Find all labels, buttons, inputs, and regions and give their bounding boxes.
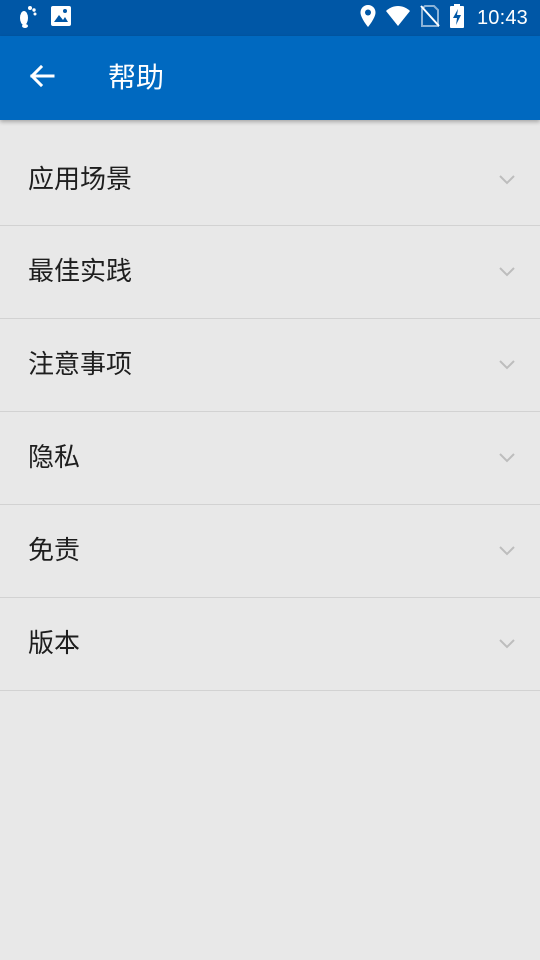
status-bar-left-icons: [16, 6, 72, 30]
status-bar-right-icons: 10:43: [359, 4, 528, 32]
image-icon: [50, 5, 72, 31]
back-button[interactable]: [18, 54, 66, 102]
footprint-icon: [16, 4, 38, 32]
page-title: 帮助: [108, 61, 165, 94]
chevron-down-icon: [498, 172, 516, 186]
battery-charging-icon: [449, 4, 465, 32]
chevron-down-icon: [498, 264, 516, 278]
chevron-down-icon: [498, 357, 516, 371]
chevron-down-icon: [498, 450, 516, 464]
help-item-label: 应用场景: [28, 165, 133, 195]
wifi-icon: [385, 5, 411, 31]
app-bar: 帮助: [0, 36, 540, 120]
no-sim-icon: [419, 4, 441, 32]
chevron-down-icon: [498, 543, 516, 557]
help-item-label: 免责: [28, 536, 81, 566]
help-item-version[interactable]: 版本: [0, 598, 540, 691]
help-item-label: 版本: [28, 629, 81, 659]
help-list: 应用场景 最佳实践 注意事项 隐私 免责 版本: [0, 134, 540, 691]
help-item-disclaimer[interactable]: 免责: [0, 505, 540, 598]
chevron-down-icon: [498, 636, 516, 650]
help-item-scenarios[interactable]: 应用场景: [0, 134, 540, 226]
help-item-privacy[interactable]: 隐私: [0, 412, 540, 505]
help-item-best-practices[interactable]: 最佳实践: [0, 226, 540, 319]
help-item-notes[interactable]: 注意事项: [0, 319, 540, 412]
help-item-label: 隐私: [28, 443, 81, 473]
help-item-label: 注意事项: [28, 350, 133, 380]
help-item-label: 最佳实践: [28, 257, 133, 287]
status-time: 10:43: [476, 6, 528, 29]
status-bar: 10:43: [0, 0, 540, 36]
arrow-back-icon: [28, 62, 56, 94]
location-icon: [359, 4, 377, 32]
